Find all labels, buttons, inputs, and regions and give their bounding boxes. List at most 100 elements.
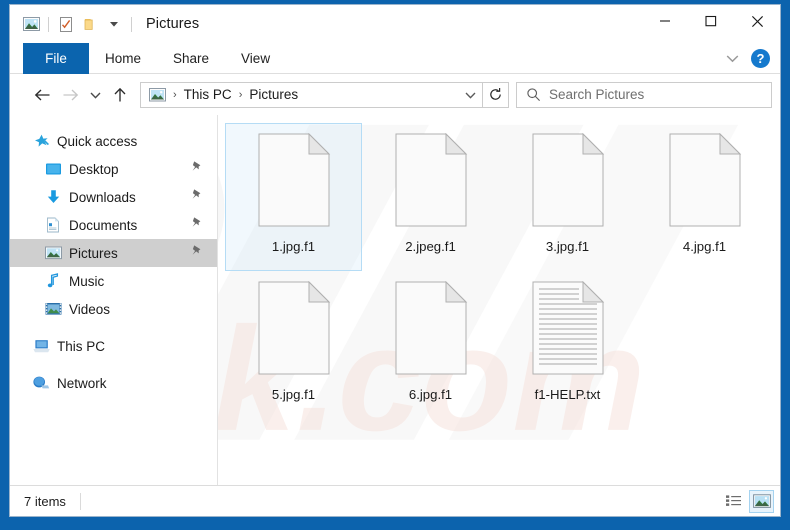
tab-home[interactable]: Home (89, 43, 157, 74)
file-item-7[interactable]: f1-HELP.txt (499, 271, 636, 419)
network-icon (30, 375, 52, 391)
navigation-pane: Quick access Desktop Downloads Documents… (10, 115, 217, 485)
file-item-3[interactable]: 3.jpg.f1 (499, 123, 636, 271)
address-dropdown-chevron-icon[interactable] (458, 90, 482, 100)
sidebar-item-label: Downloads (69, 189, 136, 205)
status-divider (79, 492, 81, 510)
address-toolbar: › This PC › Pictures Search Pictures (10, 74, 780, 115)
sidebar-item-this-pc[interactable]: This PC (10, 332, 217, 360)
new-folder-icon[interactable] (78, 12, 102, 36)
help-button[interactable]: ? (751, 49, 770, 68)
sidebar-item-label: This PC (57, 338, 106, 354)
tab-view[interactable]: View (225, 43, 286, 74)
file-item-6[interactable]: 6.jpg.f1 (362, 271, 499, 419)
videos-icon (42, 302, 64, 316)
qat-divider-1 (48, 16, 49, 32)
sidebar-item-network[interactable]: Network (10, 369, 217, 397)
sidebar-item-videos[interactable]: Videos (10, 295, 217, 323)
text-file-icon (531, 281, 605, 381)
ribbon-right-controls: ? (721, 43, 774, 74)
desktop-icon (42, 162, 64, 177)
file-name-label: 2.jpeg.f1 (405, 239, 456, 254)
search-box[interactable]: Search Pictures (516, 81, 772, 108)
breadcrumb-separator-0[interactable]: › (168, 89, 182, 101)
refresh-button[interactable] (483, 81, 509, 108)
search-input[interactable]: Search Pictures (549, 87, 644, 102)
customize-qat-chevron-icon[interactable] (102, 12, 126, 36)
ribbon-tab-strip: File Home Share View ? (10, 43, 780, 74)
file-name-label: 4.jpg.f1 (682, 239, 727, 254)
sidebar-item-label: Quick access (57, 133, 138, 149)
sidebar-item-label: Music (69, 273, 105, 289)
chevron-down-icon[interactable] (721, 48, 743, 70)
explorer-window: Pictures File Home Share View ? › This P… (9, 4, 781, 517)
blank-file-icon (394, 133, 468, 233)
file-name-label: 5.jpg.f1 (271, 387, 316, 402)
details-view-button[interactable] (721, 490, 746, 513)
sidebar-item-label: Desktop (69, 161, 119, 177)
pictures-folder-icon (146, 87, 168, 102)
sidebar-item-label: Videos (69, 301, 111, 317)
pin-icon[interactable] (190, 244, 203, 262)
file-grid: 1.jpg.f1 2.jpeg.f1 3.jpg.f1 4.jpg.f1 5.j… (217, 115, 780, 419)
download-icon (42, 189, 64, 205)
up-button[interactable] (106, 81, 134, 109)
sidebar-item-pictures[interactable]: Pictures (10, 239, 217, 267)
sidebar-item-quick-access[interactable]: Quick access (10, 127, 217, 155)
close-button[interactable] (734, 5, 780, 37)
search-icon (517, 87, 549, 102)
file-item-5[interactable]: 5.jpg.f1 (225, 271, 362, 419)
blank-file-icon (531, 133, 605, 233)
breadcrumb-pictures[interactable]: Pictures (247, 87, 300, 102)
tab-share[interactable]: Share (157, 43, 225, 74)
tab-file[interactable]: File (23, 43, 89, 74)
status-bar: 7 items (10, 485, 780, 516)
file-item-2[interactable]: 2.jpeg.f1 (362, 123, 499, 271)
sidebar-item-downloads[interactable]: Downloads (10, 183, 217, 211)
view-mode-buttons (721, 489, 774, 513)
breadcrumb-this-pc[interactable]: This PC (182, 87, 234, 102)
back-button[interactable] (28, 81, 56, 109)
file-name-label: 6.jpg.f1 (408, 387, 453, 402)
item-count-label: 7 items (24, 493, 66, 509)
documents-icon (42, 217, 64, 233)
pictures-folder-icon[interactable] (19, 12, 43, 36)
window-title: Pictures (146, 16, 200, 32)
quick-access-toolbar (10, 12, 137, 36)
sidebar-item-label: Pictures (69, 245, 118, 261)
sidebar-item-music[interactable]: Music (10, 267, 217, 295)
file-item-1[interactable]: 1.jpg.f1 (225, 123, 362, 271)
window-controls (642, 5, 780, 37)
blank-file-icon (394, 281, 468, 381)
file-name-label: f1-HELP.txt (534, 387, 601, 402)
blank-file-icon (257, 281, 331, 381)
explorer-body: risk.com Quick access Desktop Downloads … (10, 115, 780, 485)
window-frame: Pictures File Home Share View ? › This P… (0, 0, 790, 530)
recent-locations-button[interactable] (84, 81, 106, 109)
sidebar-item-desktop[interactable]: Desktop (10, 155, 217, 183)
blank-file-icon (668, 133, 742, 233)
music-icon (42, 273, 64, 289)
this-pc-icon (30, 338, 52, 354)
pin-icon[interactable] (190, 160, 203, 178)
file-name-label: 1.jpg.f1 (271, 239, 316, 254)
file-item-4[interactable]: 4.jpg.f1 (636, 123, 773, 271)
maximize-button[interactable] (688, 5, 734, 37)
sidebar-item-label: Documents (69, 217, 138, 233)
blank-file-icon (257, 133, 331, 233)
breadcrumb-separator-1[interactable]: › (234, 89, 248, 101)
minimize-button[interactable] (642, 5, 688, 37)
address-bar[interactable]: › This PC › Pictures (140, 81, 483, 108)
file-list-view[interactable]: 1.jpg.f1 2.jpeg.f1 3.jpg.f1 4.jpg.f1 5.j… (217, 115, 780, 485)
qat-divider-2 (131, 16, 132, 32)
sidebar-item-documents[interactable]: Documents (10, 211, 217, 239)
sidebar-item-label: Network (57, 375, 107, 391)
pictures-icon (42, 246, 64, 260)
large-icons-view-button[interactable] (749, 489, 774, 513)
forward-button[interactable] (56, 81, 84, 109)
pin-icon[interactable] (190, 188, 203, 206)
properties-icon[interactable] (54, 12, 78, 36)
star-pin-icon (30, 133, 52, 150)
pin-icon[interactable] (190, 216, 203, 234)
title-bar: Pictures (10, 5, 780, 43)
